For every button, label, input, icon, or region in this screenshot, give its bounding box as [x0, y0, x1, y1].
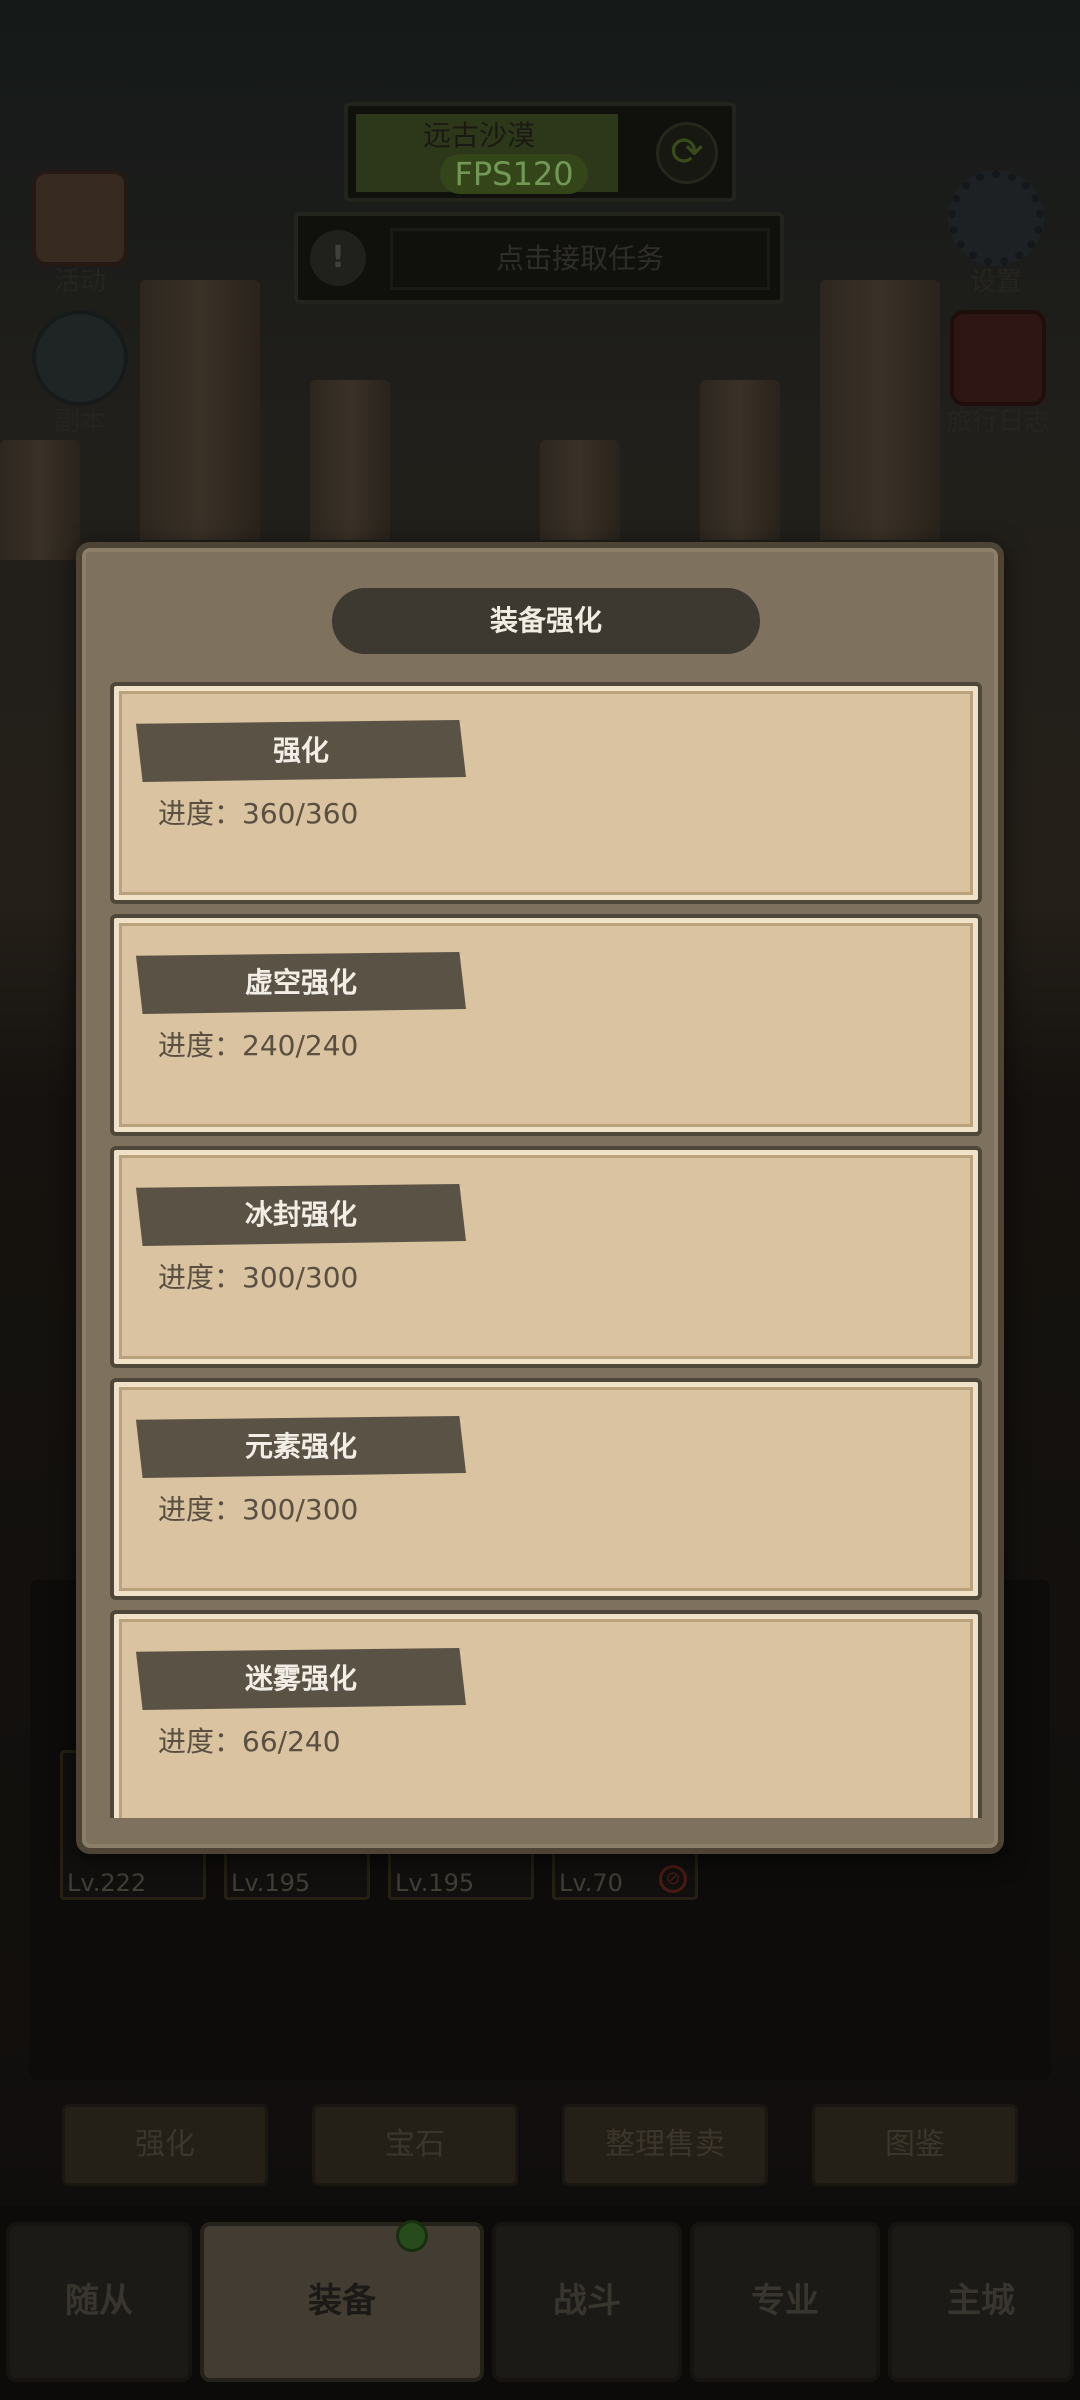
enhance-name: 强化 [136, 720, 466, 782]
dialog-title: 装备强化 [332, 588, 760, 654]
enhance-card[interactable]: 迷雾强化 进度：66/240 [110, 1610, 982, 1818]
enhance-card[interactable]: 虚空强化 进度：240/240 [110, 914, 982, 1136]
enhance-card[interactable]: 元素强化 进度：300/300 [110, 1378, 982, 1600]
enhance-name: 迷雾强化 [136, 1648, 466, 1710]
enhance-card[interactable]: 冰封强化 进度：300/300 [110, 1146, 982, 1368]
enhance-progress: 进度：300/300 [158, 1261, 359, 1294]
enhance-progress: 进度：300/300 [158, 1493, 359, 1526]
enhance-name: 冰封强化 [136, 1184, 466, 1246]
enhance-progress: 进度：360/360 [158, 797, 359, 830]
equipment-enhance-dialog: 装备强化 强化 进度：360/360 虚空强化 进度：240/240 冰封强化 … [76, 542, 1004, 1854]
enhance-progress: 进度：240/240 [158, 1029, 359, 1062]
enhance-name: 虚空强化 [136, 952, 466, 1014]
enhance-list[interactable]: 强化 进度：360/360 虚空强化 进度：240/240 冰封强化 进度：30… [110, 682, 982, 1818]
enhance-progress: 进度：66/240 [158, 1725, 341, 1758]
enhance-card[interactable]: 强化 进度：360/360 [110, 682, 982, 904]
enhance-name: 元素强化 [136, 1416, 466, 1478]
